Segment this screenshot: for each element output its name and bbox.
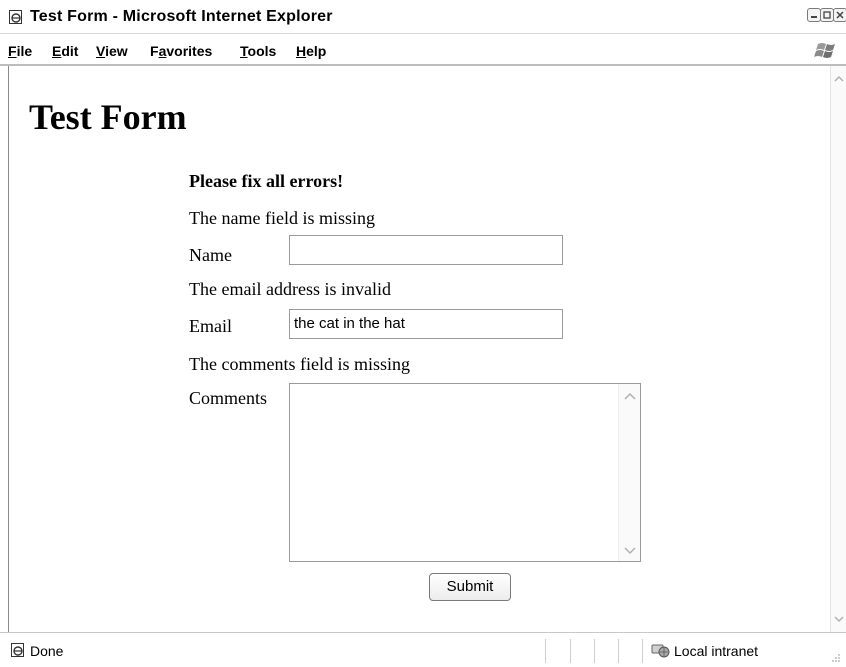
menu-help[interactable]: Help xyxy=(296,43,326,59)
menu-favorites[interactable]: Favorites xyxy=(150,43,212,59)
menu-tools-accel: T xyxy=(240,43,248,59)
menu-view-accel: V xyxy=(96,43,106,59)
error-summary: Please fix all errors! xyxy=(189,171,344,191)
submit-button[interactable]: Submit xyxy=(429,573,511,601)
menu-tools-rest: ools xyxy=(247,43,277,59)
comments-error-message: The comments field is missing xyxy=(189,354,410,374)
scroll-up-icon[interactable] xyxy=(622,389,638,405)
browser-window: Test Form - Microsoft Internet Explorer … xyxy=(0,0,846,667)
resize-grip-icon[interactable] xyxy=(826,651,842,665)
menu-favorites-pre: F xyxy=(150,43,159,59)
name-label: Name xyxy=(189,245,232,265)
scroll-up-icon[interactable] xyxy=(832,72,846,86)
intranet-zone-icon xyxy=(650,641,670,659)
scroll-down-icon[interactable] xyxy=(832,612,846,626)
comments-scrollbar[interactable] xyxy=(618,384,640,561)
menu-file-accel: F xyxy=(8,43,17,59)
maximize-icon[interactable] xyxy=(820,8,834,22)
name-input[interactable] xyxy=(289,235,563,265)
comments-textarea[interactable] xyxy=(289,383,641,562)
page-title: Test Form xyxy=(29,97,187,137)
window-title: Test Form - Microsoft Internet Explorer xyxy=(30,8,333,25)
email-input[interactable]: the cat in the hat xyxy=(289,309,563,339)
ie-page-icon xyxy=(8,9,24,25)
menu-view[interactable]: View xyxy=(96,43,128,59)
title-bar: Test Form - Microsoft Internet Explorer xyxy=(0,0,846,34)
windows-flag-icon xyxy=(814,38,840,62)
comments-label: Comments xyxy=(189,388,268,408)
close-icon[interactable] xyxy=(833,8,846,22)
status-divider xyxy=(642,639,643,663)
status-text: Done xyxy=(30,643,64,659)
menu-bar: File Edit View Favorites Tools Help xyxy=(0,34,846,66)
status-divider xyxy=(570,639,571,663)
menu-help-rest: elp xyxy=(306,43,327,59)
scroll-down-icon[interactable] xyxy=(622,542,638,558)
status-divider xyxy=(618,639,619,663)
menu-view-rest: iew xyxy=(105,43,128,59)
page-content: Test Form Please fix all errors! The nam… xyxy=(8,66,830,632)
minimize-icon[interactable] xyxy=(807,8,821,22)
menu-edit-accel: E xyxy=(52,43,62,59)
status-bar: Done Local intranet xyxy=(0,632,846,667)
email-label: Email xyxy=(189,316,232,336)
menu-help-accel: H xyxy=(296,43,307,59)
status-divider xyxy=(594,639,595,663)
name-error-message: The name field is missing xyxy=(189,208,375,228)
email-error-message: The email address is invalid xyxy=(189,279,391,299)
menu-tools[interactable]: Tools xyxy=(240,43,276,59)
page-done-icon xyxy=(10,642,26,658)
menu-file-rest: ile xyxy=(16,43,33,59)
security-zone-text: Local intranet xyxy=(674,643,759,659)
menu-file[interactable]: File xyxy=(8,43,32,59)
status-divider xyxy=(545,639,546,663)
page-scrollbar[interactable] xyxy=(830,66,846,632)
menu-favorites-rest: vorites xyxy=(166,43,213,59)
menu-edit-rest: dit xyxy=(61,43,79,59)
menu-edit[interactable]: Edit xyxy=(52,43,78,59)
